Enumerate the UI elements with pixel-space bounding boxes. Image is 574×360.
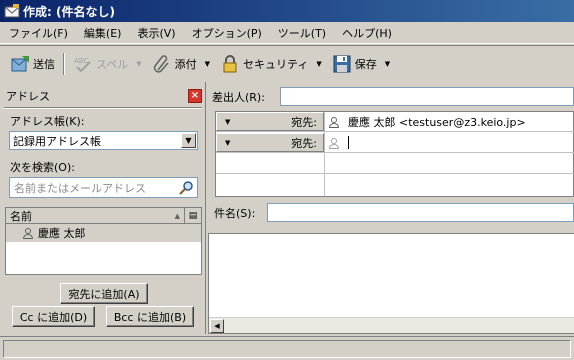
search-placeholder: 名前またはメールアドレス bbox=[14, 181, 146, 195]
recipient-row-empty bbox=[216, 154, 574, 174]
recipient-type-label: 宛先: bbox=[291, 136, 317, 150]
menu-view[interactable]: 表示(V) bbox=[128, 25, 182, 41]
column-header-name[interactable]: 名前 ▲ bbox=[6, 208, 185, 223]
add-bcc-button[interactable]: Bcc に追加(B) bbox=[106, 306, 194, 327]
recipient-type-label: 宛先: bbox=[291, 115, 317, 129]
recipient-address[interactable]: 慶應 太郎 <testuser@z3.keio.jp> bbox=[328, 112, 526, 131]
compose-pane: 差出人(R): ▼ 宛先: 慶應 太郎 <testuser@z3.keio.jp… bbox=[208, 82, 574, 334]
subject-label: 件名(S): bbox=[214, 207, 256, 220]
menu-tools[interactable]: ツール(T) bbox=[269, 25, 333, 41]
contact-name: 慶應 太郎 bbox=[38, 227, 86, 240]
list-item[interactable]: 慶應 太郎 bbox=[6, 224, 201, 242]
chevron-down-icon: ▼ bbox=[225, 138, 231, 147]
window-title: 作成: (件名なし) bbox=[23, 4, 115, 19]
menu-help[interactable]: ヘルプ(H) bbox=[333, 25, 399, 41]
spellcheck-icon: ABC bbox=[73, 54, 93, 74]
status-bar bbox=[0, 336, 574, 360]
spell-button[interactable]: ABC スペル bbox=[69, 50, 132, 78]
from-label: 差出人(R): bbox=[212, 91, 265, 104]
sidebar-header: アドレス × bbox=[6, 86, 202, 106]
toolbar-separator bbox=[63, 52, 65, 75]
chevron-down-icon[interactable]: ▼ bbox=[181, 133, 196, 148]
person-icon bbox=[328, 116, 340, 128]
recipient-list[interactable]: ▼ 宛先: 慶應 太郎 <testuser@z3.keio.jp> ▼ 宛先: bbox=[215, 111, 574, 197]
send-button[interactable]: 送信 bbox=[6, 50, 59, 78]
attach-dropdown-icon[interactable]: ▼ bbox=[205, 60, 210, 68]
send-label: 送信 bbox=[33, 57, 55, 71]
close-icon[interactable]: × bbox=[188, 89, 202, 103]
recipient-type-select[interactable]: ▼ 宛先: bbox=[216, 133, 324, 152]
addressbook-select[interactable]: 記録用アドレス帳 ▼ bbox=[9, 131, 198, 150]
text-caret bbox=[348, 136, 349, 149]
message-body-editor[interactable]: ◀ bbox=[208, 233, 574, 334]
person-icon bbox=[22, 227, 34, 239]
add-to-button[interactable]: 宛先に追加(A) bbox=[60, 283, 148, 304]
addressbook-value: 記録用アドレス帳 bbox=[13, 134, 101, 148]
menu-bar: ファイル(F) 編集(E) 表示(V) オプション(P) ツール(T) ヘルプ(… bbox=[0, 22, 574, 44]
recipient-address-input[interactable] bbox=[328, 133, 349, 152]
attach-label: 添付 bbox=[174, 57, 197, 71]
subject-field[interactable] bbox=[267, 203, 574, 222]
person-icon bbox=[328, 137, 340, 149]
lock-icon bbox=[220, 54, 240, 74]
svg-text:ABC: ABC bbox=[74, 57, 88, 65]
status-pane bbox=[3, 340, 571, 358]
sidebar-divider bbox=[4, 107, 202, 109]
menu-file[interactable]: ファイル(F) bbox=[0, 25, 75, 41]
contact-search-input[interactable]: 名前またはメールアドレス bbox=[9, 177, 198, 198]
spell-label: スペル bbox=[96, 57, 129, 71]
spell-dropdown-icon[interactable]: ▼ bbox=[136, 60, 141, 68]
contact-list[interactable]: 名前 ▲ ▤ 慶應 太郎 bbox=[5, 207, 202, 275]
recipient-row: ▼ 宛先: 慶應 太郎 <testuser@z3.keio.jp> bbox=[216, 112, 574, 132]
recipient-type-select[interactable]: ▼ 宛先: bbox=[216, 112, 324, 131]
recipient-row-empty bbox=[216, 175, 574, 195]
search-icon bbox=[178, 180, 194, 196]
title-bar: 作成: (件名なし) bbox=[0, 0, 574, 22]
addressbook-label: アドレス帳(K): bbox=[10, 115, 85, 128]
paperclip-icon bbox=[152, 54, 172, 74]
horizontal-scrollbar[interactable]: ◀ bbox=[209, 317, 574, 333]
recipient-row: ▼ 宛先: bbox=[216, 133, 574, 153]
scroll-left-icon[interactable]: ◀ bbox=[210, 319, 224, 333]
sort-ascending-icon: ▲ bbox=[174, 211, 180, 220]
security-button[interactable]: セキュリティ bbox=[216, 50, 312, 78]
menu-options[interactable]: オプション(P) bbox=[183, 25, 269, 41]
floppy-disk-icon bbox=[332, 54, 352, 74]
search-label: 次を検索(O): bbox=[10, 161, 75, 174]
security-dropdown-icon[interactable]: ▼ bbox=[316, 60, 321, 68]
recipient-address-text: 慶應 太郎 <testuser@z3.keio.jp> bbox=[348, 115, 526, 129]
menu-edit[interactable]: 編集(E) bbox=[75, 25, 129, 41]
security-label: セキュリティ bbox=[243, 57, 309, 71]
toolbar: 送信 ABC スペル ▼ 添付 ▼ セキュリティ ▼ 保存 ▼ bbox=[0, 45, 574, 81]
column-picker-icon[interactable]: ▤ bbox=[185, 208, 201, 223]
add-cc-button[interactable]: Cc に追加(D) bbox=[12, 306, 95, 327]
save-dropdown-icon[interactable]: ▼ bbox=[385, 60, 390, 68]
save-button[interactable]: 保存 bbox=[328, 50, 381, 78]
sidebar-title: アドレス bbox=[6, 90, 50, 103]
from-field[interactable] bbox=[280, 87, 574, 106]
contact-list-header: 名前 ▲ ▤ bbox=[6, 208, 201, 224]
chevron-down-icon: ▼ bbox=[225, 117, 231, 126]
save-label: 保存 bbox=[354, 57, 377, 71]
send-icon bbox=[10, 54, 30, 74]
compose-envelope-icon bbox=[4, 3, 20, 19]
attach-button[interactable]: 添付 bbox=[148, 50, 201, 78]
